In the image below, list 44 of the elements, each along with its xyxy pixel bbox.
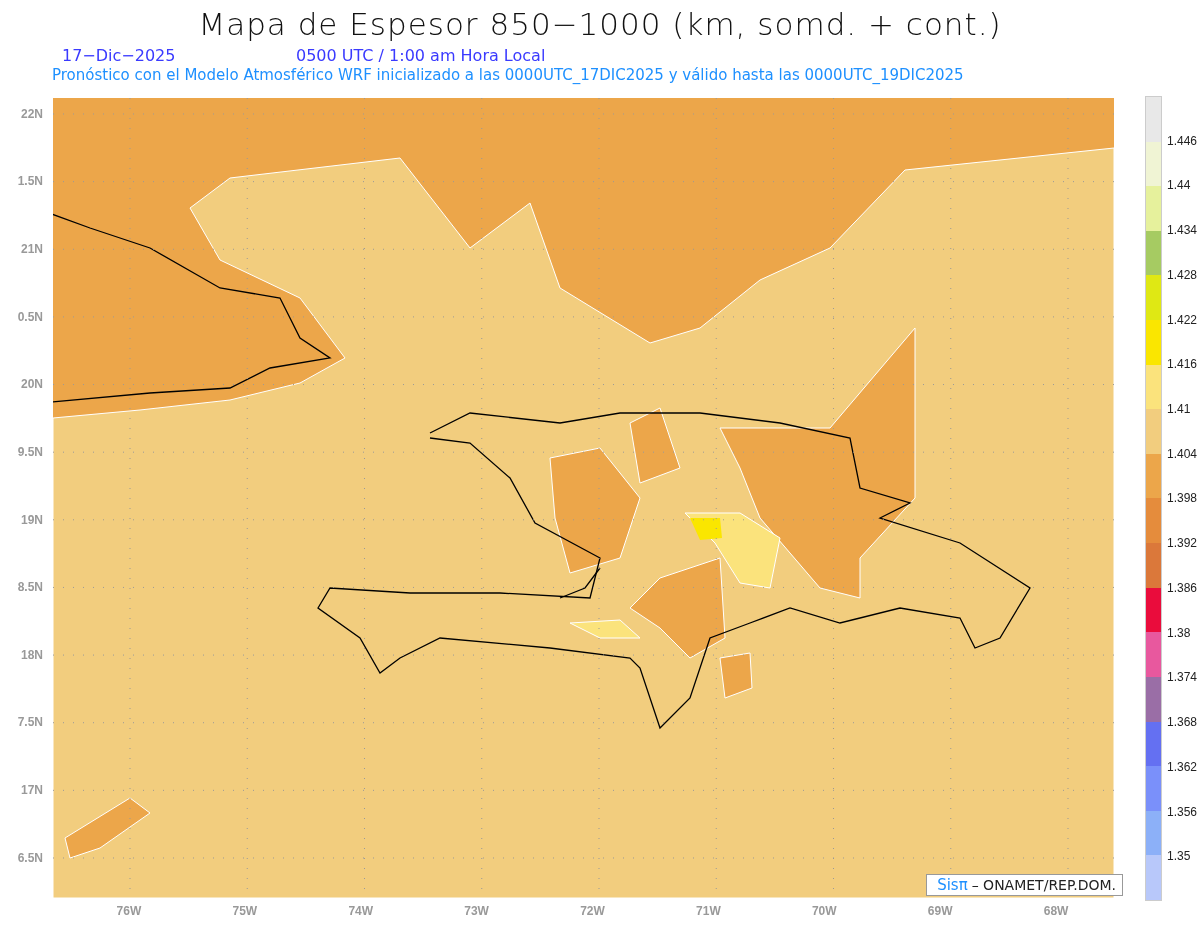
credit-text: – ONAMET/REP.DOM. — [971, 877, 1116, 893]
latitude-label: 17N — [20, 782, 44, 800]
colorbar-label: 1.446 — [1166, 132, 1199, 150]
colorbar-label: 1.392 — [1166, 535, 1199, 553]
longitude-label: 74W — [347, 903, 375, 920]
longitude-label: 68W — [1042, 903, 1070, 920]
colorbar-label: 1.398 — [1166, 490, 1199, 508]
colorbar-label: 1.404 — [1166, 445, 1199, 463]
colorbar-label: 1.368 — [1166, 714, 1199, 732]
colorbar-label: 1.386 — [1166, 579, 1199, 597]
latitude-label: 6.5N — [16, 849, 44, 867]
colorbar-label: 1.38 — [1166, 624, 1192, 642]
colorbar-label: 1.362 — [1166, 758, 1199, 776]
longitude-label: 73W — [463, 903, 490, 920]
colorbar-label: 1.428 — [1166, 266, 1199, 284]
latitude-label: 20N — [20, 376, 44, 394]
colorbar-label: 1.416 — [1166, 356, 1199, 374]
longitude-label: 70W — [810, 903, 838, 920]
latitude-label: 22N — [20, 105, 44, 123]
latitude-label: 21N — [20, 241, 44, 259]
colorbar-label: 1.434 — [1166, 222, 1199, 240]
latitude-label: 9.5N — [16, 443, 44, 461]
latitude-label: 7.5N — [16, 714, 44, 732]
colorbar-label: 1.374 — [1166, 669, 1199, 687]
longitude-label: 71W — [695, 903, 722, 920]
latitude-label: 18N — [20, 646, 44, 664]
forecast-time: 0500 UTC / 1:00 am Hora Local — [296, 45, 546, 65]
latitude-label: 19N — [20, 511, 44, 529]
longitude-label: 76W — [115, 903, 143, 920]
latitude-label: 1.5N — [16, 173, 44, 191]
latitude-label: 8.5N — [16, 579, 44, 597]
forecast-date: 17−Dic−2025 — [62, 45, 177, 65]
colorbar-label: 1.35 — [1166, 848, 1192, 866]
colorbar-label: 1.41 — [1166, 401, 1192, 419]
colorbar-label: 1.356 — [1166, 803, 1199, 821]
longitude-label: 75W — [231, 903, 259, 920]
logo-text: Sisπ — [937, 876, 968, 894]
longitude-label: 69W — [926, 903, 954, 920]
map-title: Mapa de Espesor 850−1000 (km, somd. + cont.) — [197, 5, 1003, 44]
latitude-label: 0.5N — [16, 308, 44, 326]
colorbar-label: 1.422 — [1166, 311, 1199, 329]
longitude-label: 72W — [579, 903, 606, 920]
colorbar-label: 1.44 — [1166, 177, 1192, 195]
forecast-subtitle: Pronóstico con el Modelo Atmosférico WRF inicializado a las 0000UTC_17DIC2025 y válido hasta las 0000UTC_19DIC2025 — [51, 66, 965, 84]
